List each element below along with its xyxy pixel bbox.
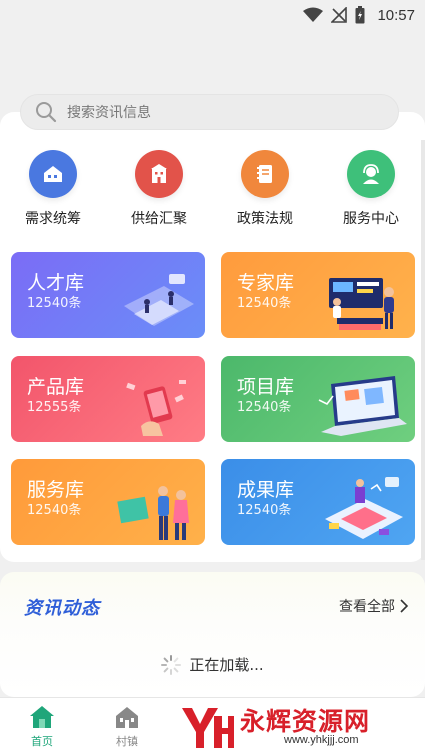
product-illustration — [126, 380, 186, 436]
home-icon — [30, 706, 54, 728]
loading-text: 正在加载... — [189, 656, 264, 674]
quick-action-supply[interactable]: 供给汇聚 — [106, 150, 212, 230]
nav-label: 首页 — [31, 735, 53, 748]
quick-action-policy[interactable]: 政策法规 — [212, 150, 318, 230]
tile-count: 12555条 — [27, 400, 82, 415]
tile-count: 12540条 — [27, 503, 82, 518]
tile-count: 12540条 — [237, 296, 292, 311]
news-section: 资讯动态 查看全部 正在加载... — [0, 572, 425, 697]
nav-label: 村镇 — [116, 735, 138, 748]
no-signal-icon — [331, 7, 348, 23]
book-icon — [241, 150, 289, 198]
talent-illustration — [124, 274, 194, 326]
building-icon — [135, 150, 183, 198]
service-illustration — [117, 486, 189, 540]
tile-title: 项目库 — [237, 376, 295, 398]
watermark-logo — [182, 708, 234, 748]
tile-title: 产品库 — [27, 376, 85, 398]
village-icon — [116, 707, 138, 728]
quick-action-label: 政策法规 — [237, 211, 293, 227]
tile-service[interactable]: 服务库 12540条 — [11, 459, 205, 545]
spinner-icon — [161, 654, 182, 675]
tile-count: 12540条 — [27, 296, 82, 311]
search-input[interactable]: 搜索资讯信息 — [20, 94, 399, 130]
watermark-url: www.yhkjjj.com — [284, 734, 359, 746]
view-all-label: 查看全部 — [339, 599, 395, 615]
tile-talent[interactable]: 人才库 12540条 — [11, 252, 205, 338]
search-placeholder: 搜索资讯信息 — [67, 105, 151, 121]
headset-icon — [347, 150, 395, 198]
status-bar: 10:57 — [0, 0, 425, 30]
nav-home[interactable]: 首页 — [12, 704, 72, 749]
tile-title: 专家库 — [237, 272, 295, 294]
quick-action-row: 需求统筹 供给汇聚 政策法规 服务中心 — [0, 150, 425, 230]
news-title: 资讯动态 — [24, 598, 100, 619]
quick-action-demand[interactable]: 需求统筹 — [0, 150, 106, 230]
quick-action-label: 供给汇聚 — [131, 211, 187, 227]
loading-indicator: 正在加载... — [0, 654, 425, 675]
watermark-text: 永辉资源网 — [240, 707, 371, 736]
tile-count: 12540条 — [237, 400, 292, 415]
tile-title: 成果库 — [237, 479, 295, 501]
tile-title: 人才库 — [27, 272, 85, 294]
tile-count: 12540条 — [237, 503, 292, 518]
tile-product[interactable]: 产品库 12555条 — [11, 356, 205, 442]
achievement-illustration — [325, 477, 403, 539]
quick-action-service[interactable]: 服务中心 — [318, 150, 424, 230]
quick-action-label: 需求统筹 — [25, 211, 81, 227]
project-illustration — [318, 376, 407, 436]
house-icon — [29, 150, 77, 198]
view-all-link[interactable]: 查看全部 — [339, 596, 409, 616]
status-time: 10:57 — [377, 6, 415, 24]
tile-expert[interactable]: 专家库 12540条 — [221, 252, 415, 338]
tile-project[interactable]: 项目库 12540条 — [221, 356, 415, 442]
chevron-right-icon — [400, 599, 409, 613]
quick-action-label: 服务中心 — [343, 211, 399, 227]
battery-icon — [355, 6, 365, 24]
wifi-icon — [303, 7, 324, 22]
expert-illustration — [329, 278, 394, 330]
watermark: 永辉资源网 www.yhkjjj.com — [174, 700, 424, 755]
tile-title: 服务库 — [27, 479, 85, 501]
tile-achievement[interactable]: 成果库 12540条 — [221, 459, 415, 545]
search-icon — [36, 102, 57, 123]
nav-village[interactable]: 村镇 — [97, 704, 157, 749]
